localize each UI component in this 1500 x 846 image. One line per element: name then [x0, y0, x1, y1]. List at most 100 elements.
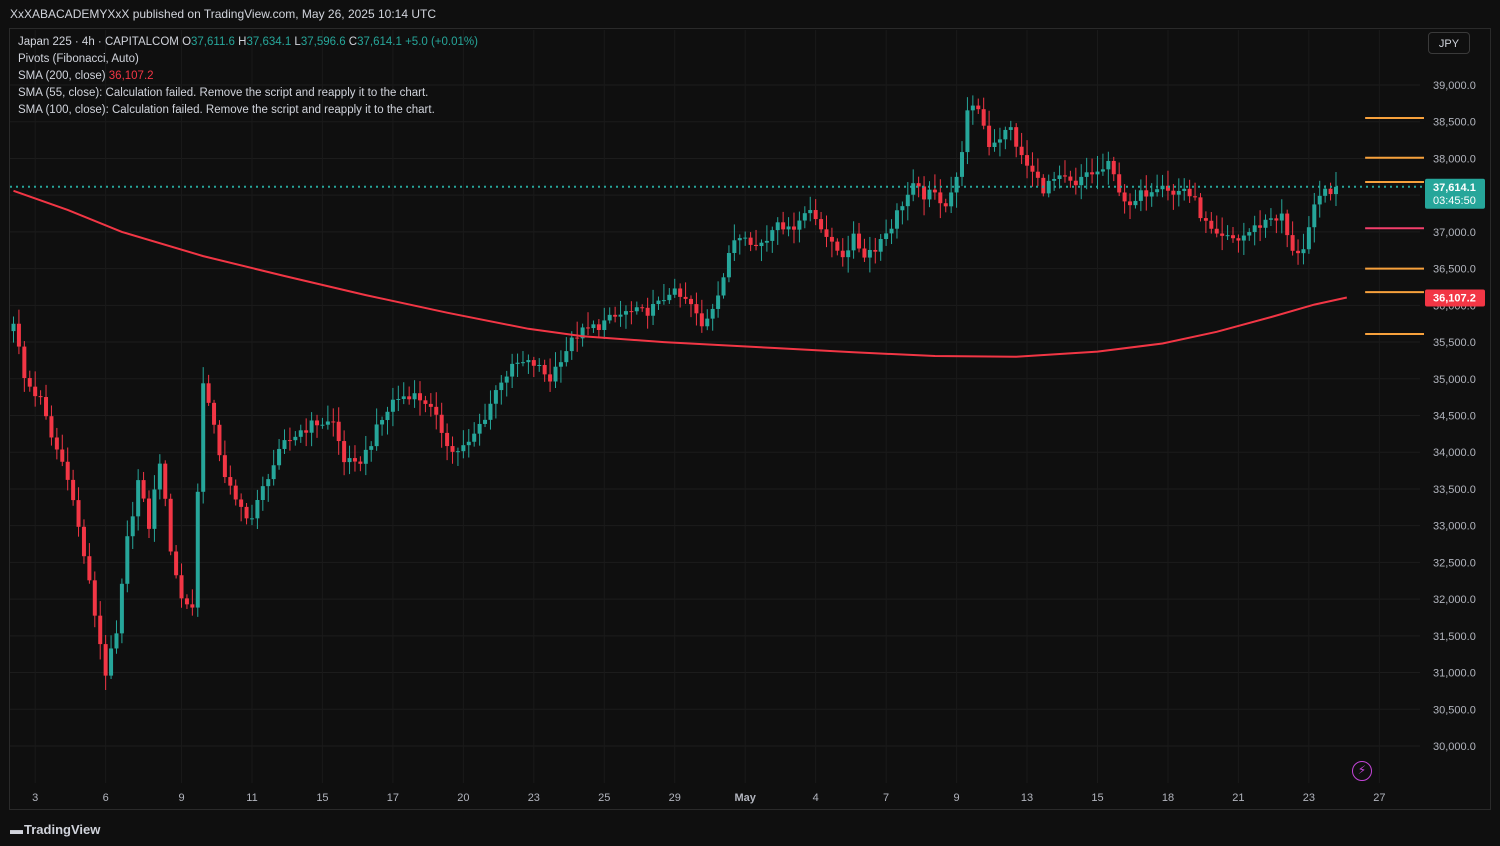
candle-body	[1079, 176, 1084, 186]
candle-body	[992, 142, 997, 148]
candle-body	[396, 398, 401, 400]
candle-body	[54, 437, 59, 450]
candle-body	[125, 536, 130, 584]
candle-body	[114, 633, 119, 649]
candle-body	[1128, 201, 1133, 206]
candle-body	[542, 365, 547, 375]
candle-body	[1025, 155, 1030, 166]
x-tick-label: 27	[1373, 792, 1385, 804]
candle-body	[287, 440, 292, 442]
footer-bar	[0, 810, 1500, 846]
change-value: +5.0 (+0.01%)	[405, 36, 478, 48]
candle-body	[515, 362, 520, 364]
candle-body	[851, 233, 856, 251]
candle-body	[1155, 189, 1160, 193]
x-tick-label: 9	[178, 792, 184, 804]
candle-body	[965, 110, 970, 153]
candle-body	[277, 448, 282, 466]
x-tick-label: 15	[1091, 792, 1103, 804]
candle-body	[922, 186, 927, 200]
candle-body	[141, 480, 146, 499]
candle-body	[407, 396, 412, 400]
sma200-label[interactable]: SMA (200, close)	[18, 70, 106, 82]
candle-body	[195, 491, 200, 608]
legend-pivots-row[interactable]: Pivots (Fibonacci, Auto)	[18, 51, 478, 68]
candle-body	[136, 480, 141, 517]
candle-body	[1122, 192, 1127, 202]
candle-body	[44, 397, 49, 417]
y-tick-label: 31,500.0	[1433, 631, 1476, 643]
x-tick-label: 3	[32, 792, 38, 804]
candle-body	[103, 644, 108, 676]
price-chart[interactable]: 30,000.0 30,500.0 31,000.0 31,500.0 32,000.0…	[0, 0, 1500, 846]
sma55-error: SMA (55, close): Calculation failed. Rem…	[18, 87, 429, 99]
candle-body	[380, 420, 385, 425]
x-tick-label: 20	[457, 792, 469, 804]
y-tick-label: 39,000.0	[1433, 80, 1476, 92]
x-tick-label: 15	[316, 792, 328, 804]
candle-body	[461, 445, 466, 452]
candle-body	[11, 323, 16, 332]
candle-body	[987, 125, 992, 148]
y-tick-label: 32,500.0	[1433, 557, 1476, 569]
candle-body	[997, 139, 1002, 143]
candle-body	[1236, 238, 1241, 241]
legend-sma55-row[interactable]: SMA (55, close): Calculation failed. Rem…	[18, 85, 478, 102]
candle-body	[65, 461, 70, 480]
candle-body	[754, 244, 759, 247]
candle-body	[325, 421, 330, 425]
candle-body	[537, 365, 542, 367]
candle-body	[802, 213, 807, 221]
legend-sma200-row[interactable]: SMA (200, close) 36,107.2	[18, 68, 478, 85]
candle-body	[1052, 178, 1057, 181]
candle-body	[1117, 174, 1122, 193]
chart-legend: Japan 225 · 4h · CAPITALCOM O37,611.6 H3…	[18, 34, 478, 119]
candle-body	[1231, 235, 1235, 239]
lightning-icon[interactable]: ⚡	[1352, 761, 1372, 781]
candle-body	[672, 288, 677, 295]
sma200-badge-label: 36,107.2	[1433, 292, 1476, 304]
candle-body	[1285, 213, 1290, 236]
candle-body	[1090, 172, 1095, 175]
candle-body	[932, 189, 937, 193]
candle-body	[1008, 127, 1013, 130]
currency-button[interactable]: JPY	[1428, 32, 1470, 54]
pivots-label[interactable]: Pivots (Fibonacci, Auto)	[18, 53, 139, 65]
y-tick-label: 33,500.0	[1433, 484, 1476, 496]
candle-body	[1035, 171, 1040, 178]
candle-body	[363, 449, 368, 464]
candle-body	[873, 249, 878, 252]
x-tick-label: 29	[669, 792, 681, 804]
sma200-value: 36,107.2	[108, 70, 154, 82]
candle-body	[499, 382, 504, 391]
candle-body	[759, 242, 764, 247]
candle-body	[1328, 188, 1333, 195]
candle-body	[434, 406, 439, 415]
candle-body	[526, 360, 531, 363]
x-tick-label: 23	[1303, 792, 1315, 804]
tradingview-logo[interactable]: ▬ TradingView	[10, 822, 100, 837]
candle-body	[981, 109, 986, 126]
candle-body	[217, 424, 222, 456]
x-tick-label: 23	[528, 792, 540, 804]
candle-body	[1068, 176, 1073, 181]
candle-body	[1225, 235, 1230, 237]
candle-body	[938, 192, 943, 204]
legend-sma100-row[interactable]: SMA (100, close): Calculation failed. Re…	[18, 102, 478, 119]
candle-body	[683, 296, 688, 299]
candle-body	[954, 176, 959, 193]
candle-body	[797, 220, 802, 230]
candle-body	[905, 194, 910, 207]
candle-body	[1268, 218, 1273, 220]
candle-body	[1301, 249, 1306, 254]
candle-body	[645, 307, 650, 316]
candle-body	[293, 436, 298, 441]
symbol-label[interactable]: Japan 225 · 4h · CAPITALCOM	[18, 36, 179, 48]
candle-body	[656, 300, 661, 305]
legend-symbol-row[interactable]: Japan 225 · 4h · CAPITALCOM O37,611.6 H3…	[18, 34, 478, 51]
candle-body	[1290, 235, 1295, 251]
y-tick-label: 37,000.0	[1433, 227, 1476, 239]
candle-body	[1333, 186, 1338, 195]
candle-body	[846, 250, 851, 258]
y-tick-label: 38,000.0	[1433, 153, 1476, 165]
